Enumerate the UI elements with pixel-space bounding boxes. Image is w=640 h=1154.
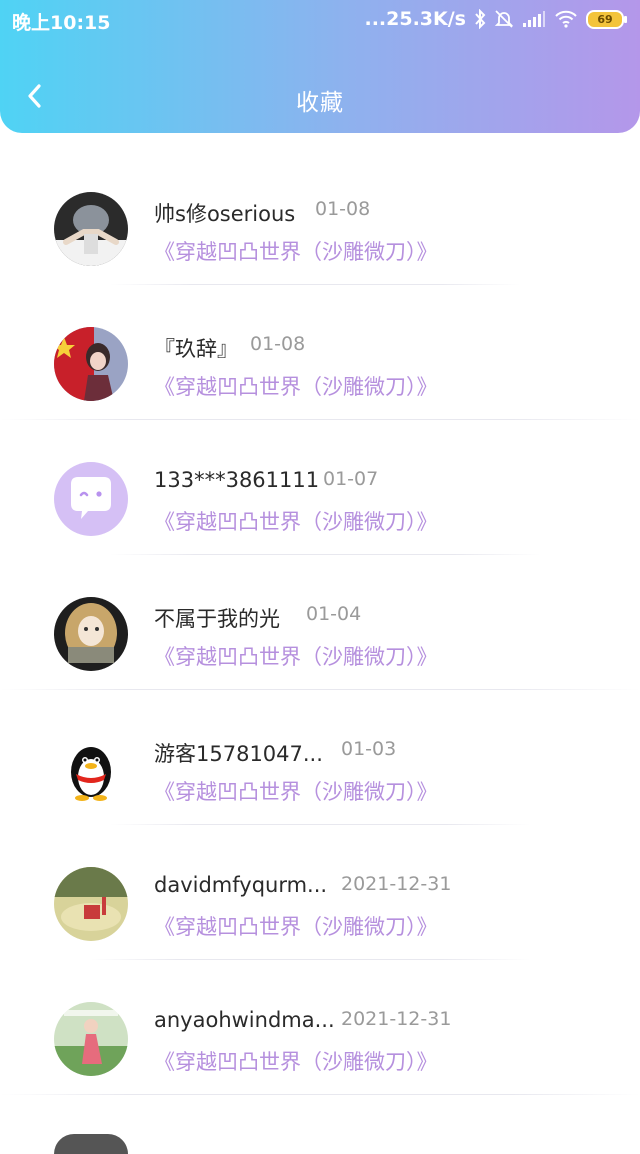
- date-label: 01-08: [315, 198, 371, 220]
- network-speed: ...25.3K/s: [364, 8, 466, 30]
- user-name[interactable]: 『玖辞』: [154, 333, 238, 363]
- book-title-link[interactable]: 《穿越凹凸世界（沙雕微刀）》: [154, 776, 438, 806]
- bluetooth-icon: [474, 9, 486, 29]
- user-name[interactable]: 帅s修oserious: [154, 198, 295, 228]
- user-name[interactable]: 游客15781047...: [154, 738, 323, 768]
- nav-bar: 收藏: [0, 62, 640, 132]
- avatar[interactable]: [54, 597, 128, 671]
- list-item[interactable]: 帅s修oserious 01-08 《穿越凹凸世界（沙雕微刀）》: [0, 150, 640, 285]
- list-item[interactable]: davidmfyqurm... 2021-12-31 《穿越凹凸世界（沙雕微刀）…: [0, 825, 640, 960]
- avatar[interactable]: [54, 192, 128, 266]
- date-label: 01-04: [306, 603, 362, 625]
- mute-bell-icon: [494, 9, 514, 29]
- avatar[interactable]: [54, 1002, 128, 1076]
- book-title-link[interactable]: 《穿越凹凸世界（沙雕微刀）》: [154, 371, 438, 401]
- signal-icon: [522, 10, 546, 28]
- book-title-link[interactable]: 《穿越凹凸世界（沙雕微刀）》: [154, 506, 438, 536]
- user-name[interactable]: davidmfyqurm...: [154, 873, 327, 897]
- list-item[interactable]: 『玖辞』 01-08 《穿越凹凸世界（沙雕微刀）》: [0, 285, 640, 420]
- avatar[interactable]: [54, 867, 128, 941]
- list-item[interactable]: 不属于我的光 01-04 《穿越凹凸世界（沙雕微刀）》: [0, 555, 640, 690]
- status-icons: ...25.3K/s 69: [364, 8, 627, 30]
- date-label: 01-07: [323, 468, 379, 490]
- battery-icon: 69: [586, 9, 627, 29]
- status-bar: 晚上10:15 ...25.3K/s 69: [0, 0, 640, 40]
- divider: [0, 1094, 640, 1095]
- book-title-link[interactable]: 《穿越凹凸世界（沙雕微刀）》: [154, 1046, 438, 1076]
- user-name[interactable]: 133***3861111: [154, 468, 319, 492]
- avatar[interactable]: [54, 1134, 128, 1154]
- header-bar: 晚上10:15 ...25.3K/s 69 收藏: [0, 0, 640, 133]
- status-time: 晚上10:15: [12, 12, 111, 34]
- date-label: 2021-12-31: [341, 873, 452, 895]
- battery-level: 69: [597, 12, 613, 26]
- wifi-icon: [554, 10, 578, 28]
- book-title-link[interactable]: 《穿越凹凸世界（沙雕微刀）》: [154, 641, 438, 671]
- date-label: 01-08: [250, 333, 306, 355]
- list-item[interactable]: 游客15781047... 01-03 《穿越凹凸世界（沙雕微刀）》: [0, 690, 640, 825]
- date-label: 2021-12-31: [341, 1008, 452, 1030]
- avatar[interactable]: [54, 462, 128, 536]
- book-title-link[interactable]: 《穿越凹凸世界（沙雕微刀）》: [154, 236, 438, 266]
- list-item[interactable]: 133***3861111 01-07 《穿越凹凸世界（沙雕微刀）》: [0, 420, 640, 555]
- book-title-link[interactable]: 《穿越凹凸世界（沙雕微刀）》: [154, 911, 438, 941]
- favorites-list: 帅s修oserious 01-08 《穿越凹凸世界（沙雕微刀）》 『玖辞』 01…: [0, 150, 640, 1095]
- avatar[interactable]: [54, 327, 128, 401]
- user-name[interactable]: anyaohwindma...: [154, 1008, 335, 1032]
- page-title: 收藏: [296, 90, 344, 116]
- avatar[interactable]: [54, 732, 128, 806]
- list-item[interactable]: anyaohwindma... 2021-12-31 《穿越凹凸世界（沙雕微刀）…: [0, 960, 640, 1095]
- date-label: 01-03: [341, 738, 397, 760]
- user-name[interactable]: 不属于我的光: [154, 603, 280, 633]
